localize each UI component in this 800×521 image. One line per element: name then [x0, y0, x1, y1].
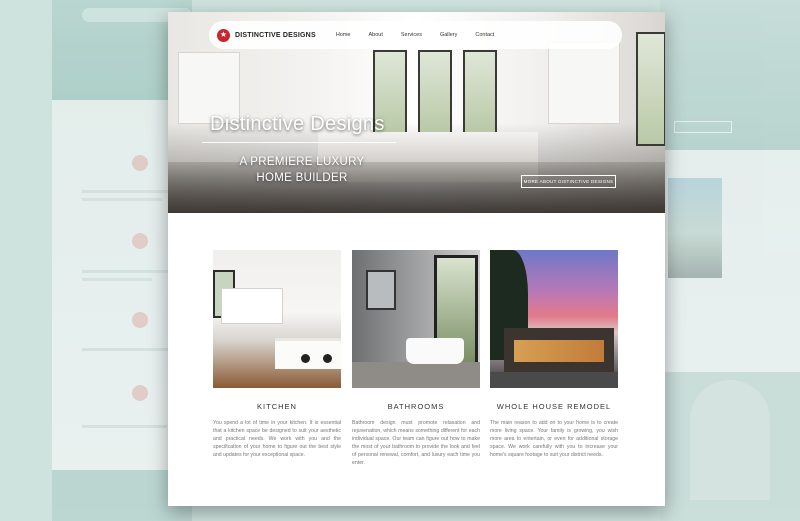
nav-item-about[interactable]: About — [368, 32, 382, 38]
feature-description: The main reason to add on to your home i… — [490, 420, 618, 458]
site-logo-text[interactable]: DISTINCTIVE DESIGNS — [235, 32, 316, 39]
house-photo[interactable] — [490, 250, 618, 388]
feature-title: BATHROOMS — [387, 402, 445, 411]
background-button-ghost — [674, 121, 732, 133]
hero-divider — [202, 142, 396, 143]
house-photo-windows — [514, 340, 604, 362]
background-text-ghost — [82, 198, 162, 201]
background-text-ghost — [82, 278, 152, 281]
kitchen-photo-island — [275, 338, 341, 369]
feature-description: Bathroom design must promote relaxation … — [352, 420, 480, 466]
feature-description: You spend a lot of time in your kitchen.… — [213, 420, 341, 458]
nav-item-contact[interactable]: Contact — [475, 32, 494, 38]
feature-title: WHOLE HOUSE REMODEL — [496, 402, 612, 411]
kitchen-photo[interactable] — [213, 250, 341, 388]
background-star-icon — [132, 155, 148, 171]
hero-window — [463, 50, 497, 134]
background-text-ghost — [82, 270, 172, 273]
background-star-icon — [132, 312, 148, 328]
website-preview-card: ★ DISTINCTIVE DESIGNS Home About Service… — [168, 12, 665, 506]
nav-item-services[interactable]: Services — [401, 32, 422, 38]
feature-whole-house: WHOLE HOUSE REMODEL The main reason to a… — [490, 250, 618, 459]
hero-subtitle: A PREMIERE LUXURY HOME BUILDER — [239, 156, 365, 184]
hero-cabinet — [548, 42, 620, 124]
bathroom-photo-tub — [406, 338, 464, 364]
hero-window — [418, 50, 452, 134]
kitchen-photo-stool — [323, 354, 332, 363]
hero-window — [636, 32, 665, 146]
background-star-icon — [132, 385, 148, 401]
feature-bathrooms: BATHROOMS Bathroom design must promote r… — [352, 250, 480, 467]
top-nav-bar: ★ DISTINCTIVE DESIGNS Home About Service… — [209, 21, 622, 49]
nav-menu: Home About Services Gallery Contact — [336, 32, 513, 38]
feature-kitchen: KITCHEN You spend a lot of time in your … — [213, 250, 341, 459]
background-portrait-image — [690, 380, 770, 500]
star-logo-icon[interactable]: ★ — [217, 28, 230, 42]
kitchen-photo-cabinets — [221, 288, 283, 324]
kitchen-photo-stool — [301, 354, 310, 363]
nav-item-gallery[interactable]: Gallery — [440, 32, 457, 38]
bathroom-photo-mirror — [366, 270, 396, 310]
bathroom-photo-floor — [352, 362, 480, 388]
background-text-ghost — [82, 425, 167, 428]
bathroom-photo[interactable] — [352, 250, 480, 388]
background-star-icon — [132, 233, 148, 249]
background-text-ghost — [82, 348, 172, 351]
background-house-image — [668, 178, 722, 278]
background-page-right — [660, 0, 800, 521]
hero-section: ★ DISTINCTIVE DESIGNS Home About Service… — [168, 12, 665, 213]
house-photo-ground — [490, 372, 618, 388]
hero-title: Distinctive Designs — [210, 113, 385, 135]
feature-title: KITCHEN — [257, 402, 297, 411]
nav-item-home[interactable]: Home — [336, 32, 351, 38]
more-about-button[interactable]: MORE ABOUT DISTINCTIVE DESIGNS — [521, 175, 616, 188]
background-text-ghost — [82, 190, 172, 193]
